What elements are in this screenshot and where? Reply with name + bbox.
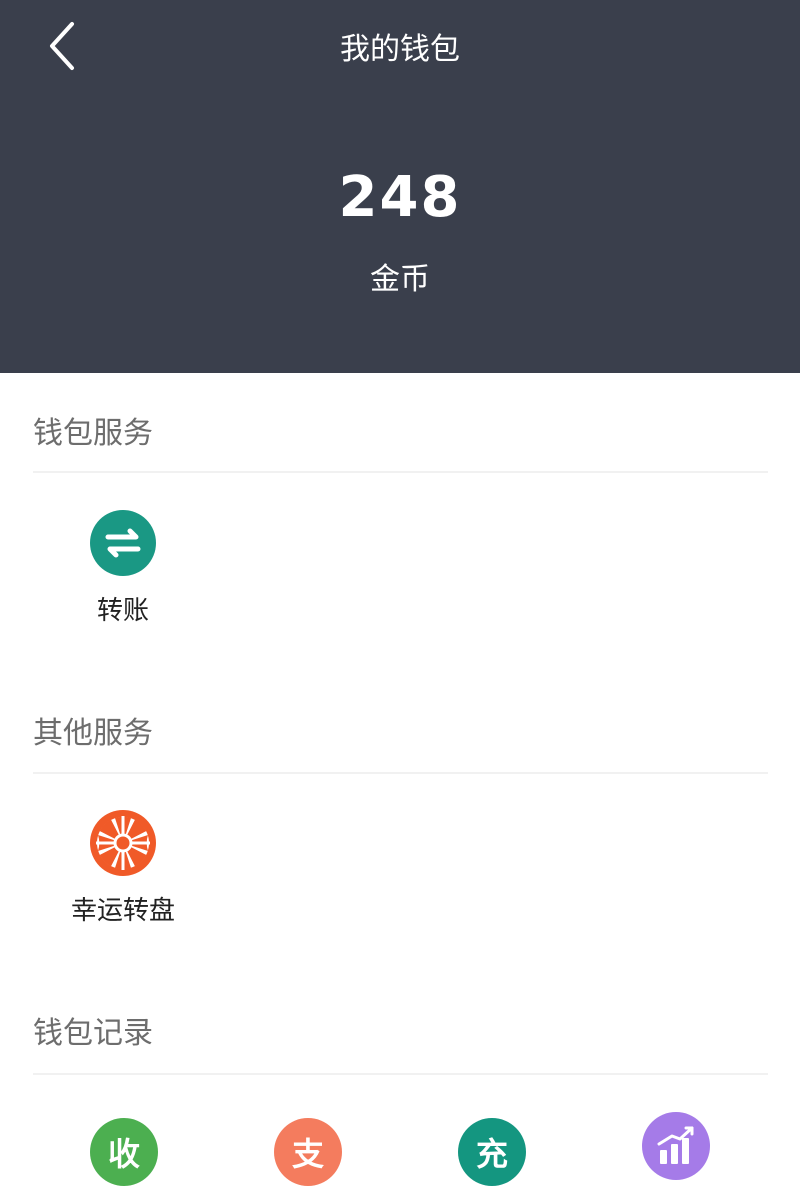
transfer-arrows-icon — [90, 510, 156, 576]
recharge-record-button[interactable]: 充 — [458, 1118, 526, 1186]
divider — [33, 772, 768, 774]
expense-record-button[interactable]: 支 — [274, 1118, 342, 1186]
income-icon: 收 — [107, 1135, 140, 1173]
coin-balance: 248 — [338, 165, 462, 230]
section-title-other-services: 其他服务 — [33, 716, 153, 751]
recharge-icon: 充 — [475, 1135, 508, 1173]
divider — [33, 471, 768, 473]
statistics-chart-icon — [657, 1126, 694, 1164]
income-record-button[interactable]: 收 — [90, 1118, 158, 1186]
transfer-button[interactable]: 转账 — [33, 510, 213, 630]
section-title-wallet-records: 钱包记录 — [33, 1016, 153, 1051]
lucky-wheel-label: 幸运转盘 — [70, 896, 175, 926]
lucky-wheel-button[interactable]: 幸运转盘 — [33, 810, 213, 930]
page-title: 我的钱包 — [340, 32, 460, 67]
lucky-wheel-icon — [90, 810, 156, 876]
section-title-wallet-services: 钱包服务 — [33, 416, 153, 451]
divider — [33, 1073, 768, 1075]
transfer-label: 转账 — [96, 596, 149, 626]
coin-unit-label: 金币 — [370, 262, 430, 297]
expense-icon: 支 — [291, 1135, 324, 1173]
wallet-header: 我的钱包 248 金币 — [0, 0, 800, 373]
statistics-button[interactable] — [642, 1112, 710, 1180]
